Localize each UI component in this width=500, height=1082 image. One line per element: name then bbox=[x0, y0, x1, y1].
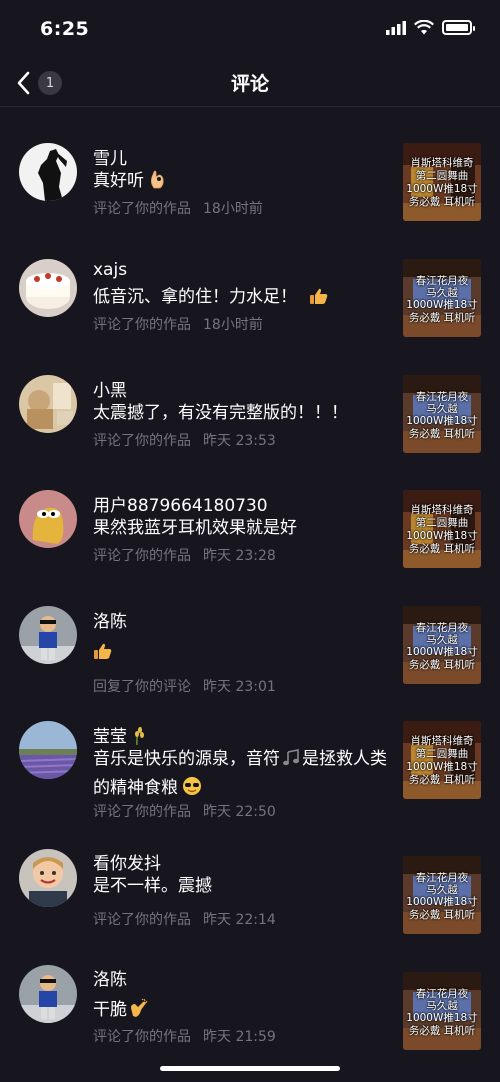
video-thumbnail[interactable]: 春江花月夜 马久越 1000W推18寸 务必戴 耳机听 bbox=[403, 375, 481, 453]
username[interactable]: 洛陈 bbox=[93, 965, 127, 990]
thumbnail-caption: 1000W推18寸 bbox=[406, 761, 478, 773]
ok-hand-emoji bbox=[148, 169, 166, 197]
comment-time: 昨天 22:50 bbox=[203, 804, 276, 820]
thumbs-up-emoji bbox=[93, 642, 113, 668]
username[interactable]: 看你发抖 bbox=[93, 849, 161, 874]
comment-time: 昨天 23:28 bbox=[203, 548, 276, 564]
thumbnail-caption: 务必戴 耳机听 bbox=[408, 428, 476, 440]
thumbnail-caption: 1000W推18寸 bbox=[406, 415, 478, 427]
comment-row[interactable]: 莹莹 音乐是快乐的源泉，音符 是拯救人类的精神食粮 评论了你的作品 昨天 22:5… bbox=[0, 685, 500, 820]
thumbnail-caption: 肖斯塔科维奇 bbox=[410, 735, 474, 747]
username[interactable]: 莹莹 bbox=[93, 727, 127, 747]
avatar[interactable] bbox=[19, 721, 77, 779]
thumbnail-caption: 1000W推18寸 bbox=[406, 1012, 478, 1024]
comment-text: 果然我蓝牙耳机效果就是好 bbox=[93, 518, 297, 538]
comment-action: 评论了你的作品 bbox=[93, 548, 191, 564]
video-thumbnail[interactable]: 肖斯塔科维奇 第二圆舞曲 1000W推18寸 务必戴 耳机听 bbox=[403, 490, 481, 568]
avatar[interactable] bbox=[19, 375, 77, 433]
avatar[interactable] bbox=[19, 849, 77, 907]
username[interactable]: 小黑 bbox=[93, 376, 127, 401]
video-thumbnail[interactable]: 春江花月夜 马久越 1000W推18寸 务必戴 耳机听 bbox=[403, 972, 481, 1050]
video-thumbnail[interactable]: 春江花月夜 马久越 1000W推18寸 务必戴 耳机听 bbox=[403, 259, 481, 337]
thumbnail-caption: 务必戴 耳机听 bbox=[408, 774, 476, 786]
comment-time: 18小时前 bbox=[203, 201, 263, 217]
comment-row[interactable]: 洛陈 干脆 评论了你的作品 昨天 21:59 春江花月夜 马久越 1000W推18… bbox=[0, 936, 500, 1061]
thumbnail-caption: 务必戴 耳机听 bbox=[408, 909, 476, 921]
comment-action: 评论了你的作品 bbox=[93, 804, 191, 820]
username[interactable]: 洛陈 bbox=[93, 607, 127, 632]
comment-time: 昨天 22:14 bbox=[203, 912, 276, 928]
thumbnail-caption: 肖斯塔科维奇 bbox=[410, 504, 474, 516]
thumbnail-caption: 第二圆舞曲 bbox=[415, 170, 469, 182]
video-thumbnail[interactable]: 肖斯塔科维奇 第二圆舞曲 1000W推18寸 务必戴 耳机听 bbox=[403, 721, 481, 799]
avatar[interactable] bbox=[19, 606, 77, 664]
thumbnail-caption: 1000W推18寸 bbox=[406, 299, 478, 311]
thumbs-up-emoji bbox=[309, 287, 329, 313]
thumbnail-caption: 务必戴 耳机听 bbox=[408, 312, 476, 324]
comment-text: 是不一样。震撼 bbox=[93, 876, 212, 896]
comment-action: 评论了你的作品 bbox=[93, 201, 191, 217]
comment-time: 18小时前 bbox=[203, 317, 263, 333]
comment-action: 评论了你的作品 bbox=[93, 912, 191, 928]
comment-row[interactable]: 雪儿 真好听 评论了你的作品 18小时前 肖斯塔科维奇 第二圆舞曲 1000W推1… bbox=[0, 107, 500, 223]
thumbnail-caption: 务必戴 耳机听 bbox=[408, 196, 476, 208]
thumbnail-caption: 1000W推18寸 bbox=[406, 646, 478, 658]
musical-notes-emoji bbox=[282, 749, 300, 775]
thumbnail-caption: 1000W推18寸 bbox=[406, 530, 478, 542]
comment-time: 昨天 23:53 bbox=[203, 433, 276, 449]
username[interactable]: xajs bbox=[93, 260, 127, 280]
avatar[interactable] bbox=[19, 259, 77, 317]
video-thumbnail[interactable]: 肖斯塔科维奇 第二圆舞曲 1000W推18寸 务必戴 耳机听 bbox=[403, 143, 481, 221]
comment-text: 太震撼了，有没有完整版的！！！ bbox=[93, 403, 348, 423]
video-thumbnail[interactable]: 春江花月夜 马久越 1000W推18寸 务必戴 耳机听 bbox=[403, 856, 481, 934]
avatar[interactable] bbox=[19, 490, 77, 548]
thumbnail-caption: 1000W推18寸 bbox=[406, 896, 478, 908]
sunglasses-emoji bbox=[182, 776, 202, 804]
comment-action: 评论了你的作品 bbox=[93, 317, 191, 333]
comment-text: 音乐是快乐的源泉，音符 bbox=[93, 749, 280, 769]
thumbnail-caption: 肖斯塔科维奇 bbox=[410, 157, 474, 169]
thumbnail-caption: 务必戴 耳机听 bbox=[408, 543, 476, 555]
thumbnail-caption: 1000W推18寸 bbox=[406, 183, 478, 195]
home-indicator[interactable] bbox=[160, 1066, 340, 1071]
comment-time: 昨天 21:59 bbox=[203, 1029, 276, 1045]
comment-action: 评论了你的作品 bbox=[93, 433, 191, 449]
avatar[interactable] bbox=[19, 965, 77, 1023]
nav-bar: 1 评论 bbox=[0, 60, 500, 107]
thumbnail-caption: 务必戴 耳机听 bbox=[408, 1025, 476, 1037]
clapping-emoji bbox=[129, 998, 149, 1026]
comment-text: 干脆 bbox=[93, 1000, 127, 1020]
comment-row[interactable]: xajs 低音沉、拿的住！力水足！ 评论了你的作品 18小时前 春江花月夜 马久越… bbox=[0, 223, 500, 339]
comment-row[interactable]: 洛陈 回复了你的评论 昨天 23:01 春江花月夜 马久越 1000W推18寸 务… bbox=[0, 570, 500, 695]
username[interactable]: 用户8879664180730 bbox=[93, 491, 268, 516]
signal-icon bbox=[386, 20, 406, 35]
comment-text: 低音沉、拿的住！力水足！ bbox=[93, 287, 297, 307]
page-title: 评论 bbox=[230, 73, 269, 95]
thumbnail-caption: 务必戴 耳机听 bbox=[408, 659, 476, 671]
avatar[interactable] bbox=[19, 143, 77, 201]
thumbnail-caption: 第二圆舞曲 bbox=[415, 748, 469, 760]
comment-row[interactable]: 小黑 太震撼了，有没有完整版的！！！ 评论了你的作品 昨天 23:53 春江花月夜… bbox=[0, 339, 500, 454]
comment-row[interactable]: 看你发抖 是不一样。震撼 评论了你的作品 昨天 22:14 春江花月夜 马久越 1… bbox=[0, 820, 500, 936]
thumbnail-caption: 第二圆舞曲 bbox=[415, 517, 469, 529]
battery-icon bbox=[442, 20, 475, 35]
status-bar: 6:25 bbox=[0, 0, 500, 60]
video-thumbnail[interactable]: 春江花月夜 马久越 1000W推18寸 务必戴 耳机听 bbox=[403, 606, 481, 684]
status-time: 6:25 bbox=[40, 18, 90, 40]
comment-row[interactable]: 用户8879664180730 果然我蓝牙耳机效果就是好 评论了你的作品 昨天 2… bbox=[0, 454, 500, 570]
comment-action: 评论了你的作品 bbox=[93, 1029, 191, 1045]
wifi-icon bbox=[414, 20, 434, 35]
comment-text: 真好听 bbox=[93, 171, 144, 191]
username[interactable]: 雪儿 bbox=[93, 144, 127, 169]
